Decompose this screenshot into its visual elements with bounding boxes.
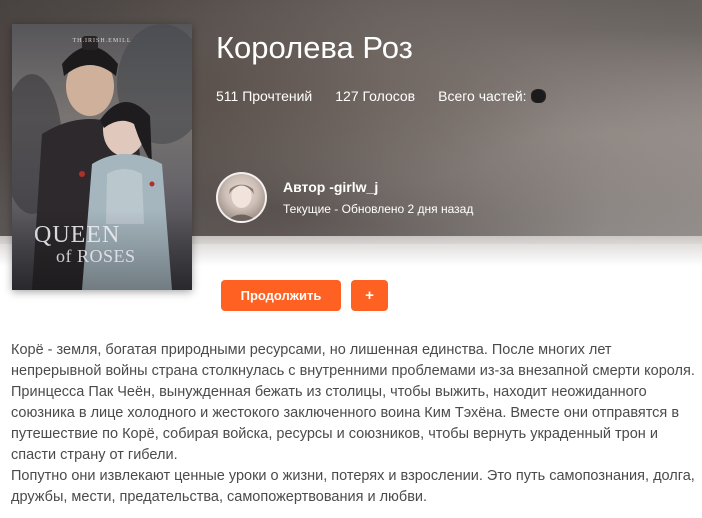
cover-title-line2: of ROSES [56, 246, 136, 266]
parts-emoji-icon [530, 89, 547, 103]
author-block: Автор -girlw_j Текущие - Обновлено 2 дня… [216, 172, 473, 223]
cover-title-line1: QUEEN [34, 222, 121, 248]
author-name[interactable]: Автор -girlw_j [283, 179, 473, 195]
parts-count: Всего частей: [438, 88, 547, 104]
story-stats: 511 Прочтений 127 Голосов Всего частей: [216, 88, 547, 104]
description-paragraph: Попутно они извлекают ценные уроки о жиз… [11, 468, 695, 505]
votes-count: 127 Голосов [335, 88, 416, 104]
story-page: TH.IRISH.EMILL QUEEN of ROSES Королева Р… [0, 0, 702, 518]
description-paragraph: Корё - земля, богатая природными ресурса… [11, 342, 695, 463]
story-cover[interactable]: TH.IRISH.EMILL QUEEN of ROSES [12, 24, 192, 290]
avatar-image [226, 184, 257, 221]
author-text: Автор -girlw_j Текущие - Обновлено 2 дня… [283, 179, 473, 216]
author-avatar[interactable] [216, 172, 267, 223]
story-title: Королева Роз [216, 30, 413, 65]
story-status: Текущие - Обновлено 2 дня назад [283, 202, 474, 216]
parts-label: Всего частей: [438, 88, 527, 104]
cover-brand: TH.IRISH.EMILL [72, 38, 132, 44]
add-to-library-button[interactable]: + [351, 280, 388, 311]
reads-count: 511 Прочтений [216, 88, 313, 104]
continue-reading-button[interactable]: Продолжить [221, 280, 341, 311]
story-description: Корё - земля, богатая природными ресурса… [11, 340, 697, 508]
